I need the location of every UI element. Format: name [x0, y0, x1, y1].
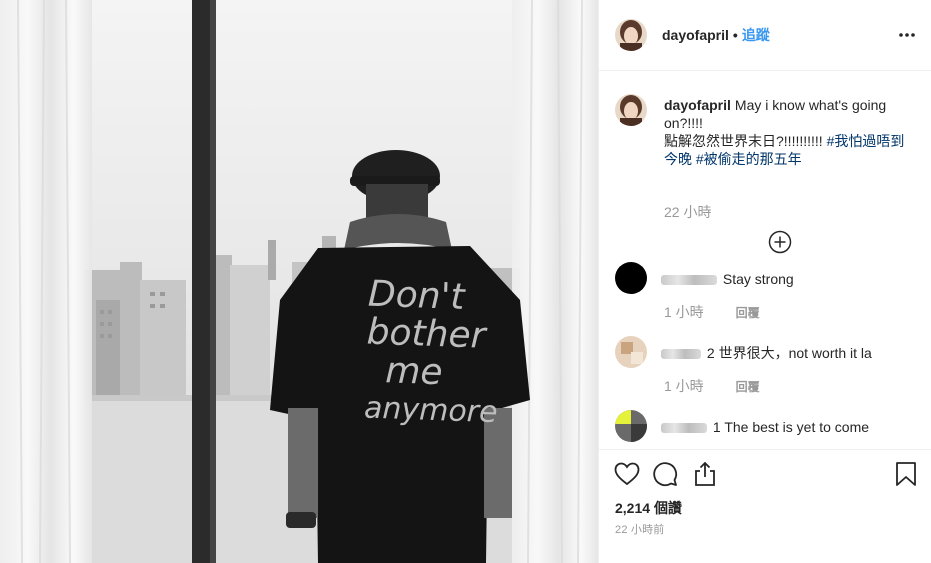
- comment-time[interactable]: 1 小時: [664, 304, 704, 320]
- caption-time[interactable]: 22 小時: [664, 202, 711, 222]
- comment-meta: 1 小時 回覆: [664, 302, 760, 322]
- reply-button[interactable]: 回覆: [736, 380, 760, 394]
- comment-icon[interactable]: [651, 460, 679, 488]
- follow-button[interactable]: 追蹤: [742, 25, 770, 45]
- blurred-username[interactable]: [661, 275, 717, 286]
- views-label: 個讚: [653, 500, 682, 516]
- separator-dot: •: [732, 27, 738, 43]
- more-horizontal-icon[interactable]: [898, 26, 916, 44]
- comment-item: 2 世界很大，not worth it la 1 小時 回覆: [615, 336, 915, 400]
- shirt-text-line: anymore: [363, 390, 499, 431]
- comments-area[interactable]: dayofapril May i know what's going on?!!!…: [599, 72, 931, 448]
- post-footer: 2,214 個讚 22 小時前: [599, 449, 931, 563]
- caption-username[interactable]: dayofapril: [664, 97, 731, 113]
- views-count[interactable]: 2,214 個讚: [615, 498, 682, 518]
- blurred-username[interactable]: [661, 423, 707, 434]
- comment-item: 1 The best is yet to come: [615, 410, 915, 448]
- instagram-post: Don't bother me anymore dayofapril • 追蹤: [0, 0, 931, 563]
- plus-circle-icon[interactable]: [768, 230, 792, 254]
- shirt-text: Don't bother me anymore: [363, 274, 508, 433]
- comment-text: 1 The best is yet to come: [712, 419, 870, 435]
- bookmark-icon[interactable]: [892, 460, 920, 488]
- hashtag-link[interactable]: #被偷走的那五年: [696, 151, 802, 167]
- comment-text: Stay strong: [722, 271, 794, 287]
- caption-text: dayofapril May i know what's going on?!!!…: [664, 96, 914, 168]
- caption-chinese: 點解忽然世界末日?!!!!!!!!!!: [664, 133, 823, 149]
- comment-line: 2 世界很大，not worth it la: [661, 344, 911, 362]
- avatar[interactable]: [615, 336, 647, 368]
- avatar[interactable]: [615, 94, 647, 126]
- comment-meta: 1 小時 回覆: [664, 376, 760, 396]
- share-icon[interactable]: [691, 460, 719, 488]
- comment-text: 2 世界很大，not worth it la: [706, 345, 872, 361]
- comment-time[interactable]: 1 小時: [664, 378, 704, 394]
- avatar[interactable]: [615, 410, 647, 442]
- avatar[interactable]: [615, 262, 647, 294]
- reply-button[interactable]: 回覆: [736, 306, 760, 320]
- comment-item: Stay strong 1 小時 回覆: [615, 262, 915, 326]
- views-number: 2,214: [615, 500, 651, 516]
- post-sidebar: dayofapril • 追蹤 dayofapril May i know wh…: [598, 0, 931, 563]
- heart-icon[interactable]: [613, 460, 641, 488]
- header-username[interactable]: dayofapril: [662, 27, 729, 43]
- blurred-username[interactable]: [661, 349, 701, 360]
- shirt-text-line: me: [384, 350, 444, 394]
- comment-line: 1 The best is yet to come: [661, 418, 911, 436]
- post-header: dayofapril • 追蹤: [599, 0, 931, 71]
- action-bar: [613, 460, 918, 492]
- posted-time[interactable]: 22 小時前: [615, 521, 665, 537]
- post-photo[interactable]: Don't bother me anymore: [0, 0, 598, 563]
- avatar[interactable]: [615, 19, 647, 51]
- comment-line: Stay strong: [661, 270, 911, 288]
